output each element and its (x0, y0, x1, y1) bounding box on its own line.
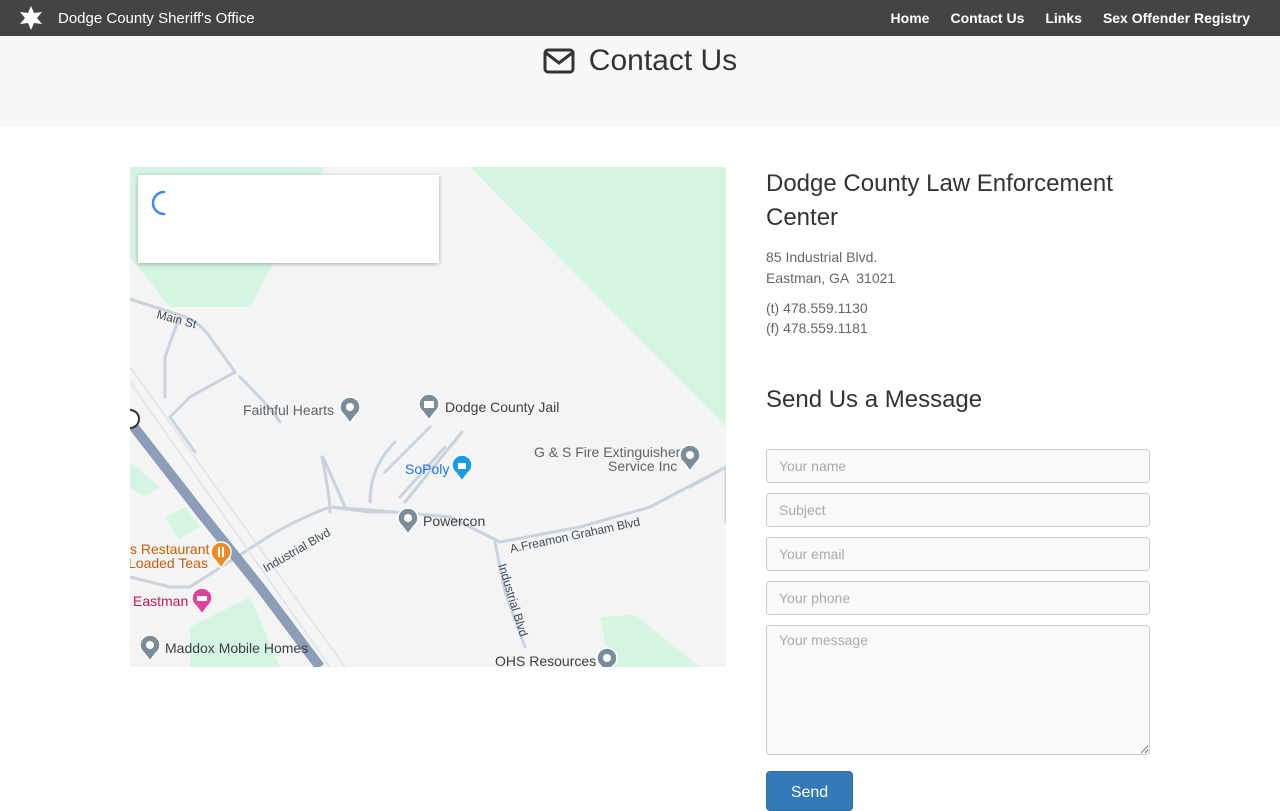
address-line2: Eastman, GA 31021 (766, 270, 896, 286)
jail-pin-icon[interactable] (417, 393, 441, 421)
loading-spinner-icon (151, 190, 166, 216)
site-title: Dodge County Sheriff's Office (58, 9, 255, 27)
brand-link[interactable]: Dodge County Sheriff's Office (18, 5, 255, 31)
poi-faithful-hearts[interactable]: Faithful Hearts (243, 402, 334, 418)
map-pin-icon[interactable] (678, 444, 702, 472)
poi-maddox-mobile-homes[interactable]: Maddox Mobile Homes (165, 640, 308, 656)
address-line1: 85 Industrial Blvd. (766, 249, 878, 265)
map-pin-icon[interactable] (595, 647, 619, 667)
email-input[interactable] (766, 537, 1150, 571)
nav-contact-us[interactable]: Contact Us (950, 10, 1024, 26)
nav-sex-offender-registry[interactable]: Sex Offender Registry (1103, 10, 1250, 26)
map-info-card (138, 175, 439, 263)
poi-powercon[interactable]: Powercon (423, 513, 485, 529)
subject-input[interactable] (766, 493, 1150, 527)
phone-input[interactable] (766, 581, 1150, 615)
map-pin-icon[interactable] (338, 396, 362, 424)
form-title: Send Us a Message (766, 386, 983, 413)
page-title: Contact Us (588, 44, 738, 77)
nav-home[interactable]: Home (891, 10, 930, 26)
fax-number: (f) 478.559.1181 (766, 320, 868, 336)
message-textarea[interactable] (766, 625, 1150, 755)
location-map[interactable]: Main St Industrial Blvd Industrial Blvd … (130, 167, 726, 667)
send-button[interactable]: Send (766, 771, 853, 811)
name-input[interactable] (766, 449, 1150, 483)
contact-numbers: (t) 478.559.1130 (f) 478.559.1181 (766, 298, 1150, 338)
page-heading: Contact Us (0, 44, 1280, 78)
envelope-icon (543, 48, 575, 74)
location-info: Dodge County Law Enforcement Center 85 I… (766, 167, 1150, 338)
main-nav: Home Contact Us Links Sex Offender Regis… (870, 0, 1250, 36)
poi-dodge-county-jail[interactable]: Dodge County Jail (445, 399, 559, 415)
restaurant-pin-icon[interactable] (209, 541, 233, 569)
top-navbar: Dodge County Sheriff's Office Home Conta… (0, 0, 1280, 36)
poi-gs-fire-line2[interactable]: Service Inc (608, 458, 677, 474)
location-name: Dodge County Law Enforcement Center (766, 170, 1113, 231)
poi-eastman[interactable]: Eastman (133, 593, 188, 609)
shopping-pin-icon[interactable] (450, 454, 474, 482)
sheriff-star-icon (20, 6, 42, 30)
poi-sopoly[interactable]: SoPoly (405, 461, 449, 477)
page-header: Contact Us (0, 36, 1280, 127)
address: 85 Industrial Blvd. Eastman, GA 31021 (766, 247, 1150, 289)
map-pin-icon[interactable] (396, 507, 420, 535)
map-pin-icon[interactable] (138, 634, 162, 662)
phone-number: (t) 478.559.1130 (766, 300, 868, 316)
poi-ohs-resources[interactable]: OHS Resources (495, 653, 596, 667)
nav-links[interactable]: Links (1045, 10, 1082, 26)
hotel-pin-icon[interactable] (190, 587, 214, 615)
poi-restaurant-line2[interactable]: Loaded Teas (130, 555, 208, 571)
